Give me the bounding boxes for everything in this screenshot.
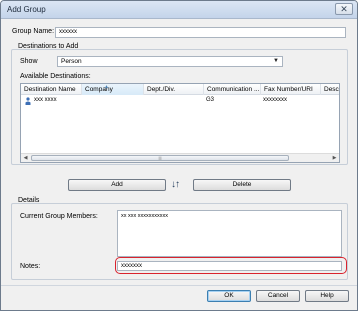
list-item[interactable]: xxx xxxx G3 xxxxxxxx xyxy=(21,96,339,105)
footer-separator xyxy=(1,285,357,286)
scroll-left-icon[interactable]: ◀ xyxy=(21,154,30,162)
ok-button[interactable]: OK xyxy=(207,290,251,302)
column-header-fax-number[interactable]: Fax Number/URI xyxy=(261,84,321,95)
available-destinations-list[interactable]: Destination Name Company ▲ Dept./Div. Co… xyxy=(20,83,340,163)
column-header-company[interactable]: Company ▲ xyxy=(82,84,144,95)
row-fax-number: xxxxxxxx xyxy=(263,97,287,103)
scroll-right-icon[interactable]: ▶ xyxy=(330,154,339,162)
column-header-communication[interactable]: Communication ... xyxy=(204,84,261,95)
column-header-description[interactable]: Desc xyxy=(321,84,339,95)
horizontal-scrollbar[interactable]: ◀ ||| ▶ xyxy=(21,153,339,162)
list-header: Destination Name Company ▲ Dept./Div. Co… xyxy=(21,84,339,95)
sort-ascending-icon: ▲ xyxy=(104,84,109,90)
show-label: Show xyxy=(20,58,38,65)
group-name-input[interactable]: xxxxxx xyxy=(55,27,346,38)
close-icon: ✕ xyxy=(340,4,348,14)
add-button[interactable]: Add xyxy=(68,179,166,191)
current-members-label: Current Group Members: xyxy=(20,213,98,220)
show-select[interactable]: Person ▼ xyxy=(57,56,283,67)
close-button[interactable]: ✕ xyxy=(335,3,353,15)
dialog-title: Add Group xyxy=(7,5,46,14)
grip-icon: ||| xyxy=(158,155,162,160)
available-destinations-label: Available Destinations: xyxy=(20,73,91,80)
notes-highlight-outline xyxy=(115,257,347,274)
help-button[interactable]: Help xyxy=(305,290,349,302)
group-name-label: Group Name: xyxy=(12,28,55,35)
column-header-dept[interactable]: Dept./Div. xyxy=(144,84,204,95)
add-group-dialog: Add Group ✕ Group Name: xxxxxx Destinati… xyxy=(0,0,358,311)
person-icon xyxy=(25,96,33,109)
notes-label: Notes: xyxy=(20,263,41,270)
current-members-field[interactable]: xx xxx xxxxxxxxxxx xyxy=(117,210,342,257)
swap-arrows-icon: ↓↑ xyxy=(171,179,180,190)
chevron-down-icon: ▼ xyxy=(273,58,279,64)
cancel-button[interactable]: Cancel xyxy=(256,290,300,302)
scrollbar-thumb[interactable]: ||| xyxy=(31,155,289,161)
show-select-value: Person xyxy=(61,58,82,65)
delete-button[interactable]: Delete xyxy=(193,179,291,191)
row-communication: G3 xyxy=(206,97,215,103)
row-destination-name: xxx xxxx xyxy=(34,97,57,103)
column-header-destination-name[interactable]: Destination Name xyxy=(21,84,82,95)
title-bar: Add Group ✕ xyxy=(1,1,357,19)
